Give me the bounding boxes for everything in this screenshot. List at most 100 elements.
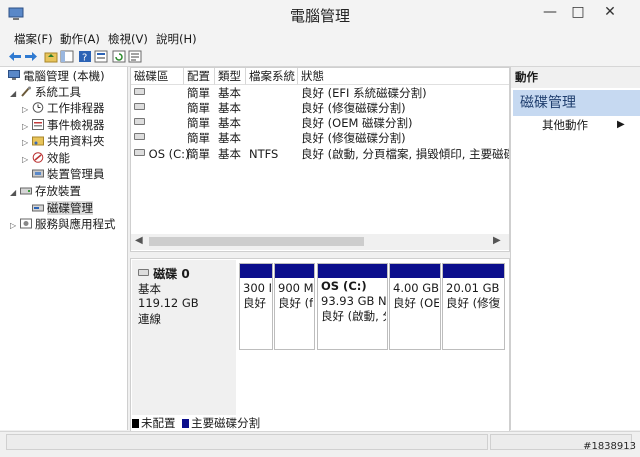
status-section (6, 434, 488, 450)
cell-status: 良好 (啟動, 分頁檔案, 損毀傾印, 主要磁碟 (301, 147, 509, 161)
submenu-arrow-icon[interactable]: ▶ (617, 117, 625, 133)
horizontal-scrollbar[interactable]: ◀ ▶ (131, 234, 509, 250)
computer-management-icon (8, 70, 20, 80)
expand-icon[interactable]: ▷ (22, 152, 32, 168)
table-row[interactable]: 簡單 基本 良好 (修復磁碟分割) (131, 131, 509, 146)
expand-icon[interactable]: ▷ (10, 218, 20, 234)
menu-action[interactable]: 動作(A) (60, 31, 100, 47)
help-icon[interactable]: ? (78, 50, 92, 63)
partition-size: 300 M (243, 281, 271, 295)
close-button[interactable]: ✕ (596, 2, 624, 24)
partition-4[interactable]: 4.00 GB 良好 (OE (389, 263, 441, 350)
expand-icon[interactable]: ▷ (22, 102, 32, 118)
export-icon[interactable] (128, 50, 142, 63)
tree-item-task-scheduler[interactable]: ▷ 工作排程器 (22, 100, 105, 116)
tree-label: 存放裝置 (35, 184, 81, 198)
column-header-filesystem[interactable]: 檔案系統 (246, 68, 298, 85)
forward-arrow-icon[interactable] (24, 50, 38, 63)
refresh-icon[interactable] (112, 50, 126, 63)
actions-header: 動作 (511, 67, 640, 88)
collapse-icon[interactable]: ◢ (10, 86, 20, 102)
column-header-layout[interactable]: 配置 (184, 68, 215, 85)
cell-status: 良好 (OEM 磁碟分割) (301, 116, 413, 130)
partition-size: 900 M (278, 281, 313, 295)
column-header-volume[interactable]: 磁碟區 (131, 68, 184, 85)
menu-view[interactable]: 檢視(V) (108, 31, 148, 47)
tree-item-storage[interactable]: ◢ 存放裝置 (10, 183, 81, 199)
tree-item-disk-management[interactable]: 磁碟管理 (32, 200, 93, 216)
partition-status: 良好 (f (278, 296, 313, 310)
disk-label-panel[interactable]: 磁碟 0 基本 119.12 GB 連線 (132, 260, 236, 415)
toolbar: ? (0, 48, 640, 67)
more-actions-link[interactable]: 其他動作 (542, 117, 588, 133)
status-bar (0, 431, 640, 457)
partition-bar (275, 264, 314, 278)
tree-label: 服務與應用程式 (35, 217, 116, 231)
up-folder-icon[interactable] (44, 50, 58, 63)
legend: 未配置 主要磁碟分割 (132, 417, 508, 430)
tree-label: 效能 (47, 151, 70, 165)
cell-filesystem: NTFS (249, 147, 279, 161)
cell-volume: OS (C:) (148, 147, 190, 161)
column-header-status[interactable]: 狀態 (298, 68, 509, 85)
device-manager-icon (32, 169, 44, 178)
table-row[interactable]: 簡單 基本 良好 (修復磁碟分割) (131, 101, 509, 116)
partition-5[interactable]: 20.01 GB 良好 (修復 (442, 263, 505, 350)
cell-type: 基本 (218, 116, 241, 130)
table-row[interactable]: 簡單 基本 良好 (EFI 系統磁碟分割) (131, 86, 509, 101)
partition-status: 良好 (OE (393, 296, 439, 310)
scrollbar-thumb[interactable] (149, 237, 364, 246)
collapse-icon[interactable]: ◢ (10, 185, 20, 201)
partition-bar (318, 264, 387, 278)
volume-list: 磁碟區 配置 類型 檔案系統 狀態 簡單 基本 良好 (EFI 系統磁碟分割) … (130, 67, 510, 252)
tree-item-system-tools[interactable]: ◢ 系統工具 (10, 84, 81, 100)
cell-layout: 簡單 (187, 86, 210, 100)
actions-section-disk-management[interactable]: 磁碟管理 (513, 90, 640, 116)
watermark: #1838913 (583, 441, 636, 452)
tree-item-device-manager[interactable]: 裝置管理員 (32, 166, 105, 182)
partition-size: 20.01 GB (446, 281, 500, 295)
maximize-button[interactable]: □ (564, 2, 592, 24)
properties-icon[interactable] (94, 50, 108, 63)
cell-layout: 簡單 (187, 147, 210, 161)
clock-icon (32, 102, 44, 113)
show-tree-icon[interactable] (60, 50, 74, 63)
partition-status: 良好 (修復 (446, 296, 501, 310)
disk-name: 磁碟 0 (153, 267, 190, 281)
expand-icon[interactable]: ▷ (22, 135, 32, 151)
tree-item-performance[interactable]: ▷ 效能 (22, 150, 70, 166)
volume-icon (134, 103, 145, 110)
partition-bar (443, 264, 504, 278)
disk-type: 基本 (138, 282, 161, 296)
scroll-left-icon[interactable]: ◀ (135, 235, 143, 246)
tree-item-event-viewer[interactable]: ▷ 事件檢視器 (22, 117, 105, 133)
tree-item-computer-management[interactable]: 電腦管理 (本機) (8, 68, 105, 84)
cell-layout: 簡單 (187, 131, 210, 145)
volume-icon (134, 149, 145, 156)
column-header-type[interactable]: 類型 (215, 68, 246, 85)
tree-item-shared-folders[interactable]: ▷ 共用資料夾 (22, 133, 105, 149)
partition-1[interactable]: 300 M良好 (239, 263, 273, 350)
tree-label: 電腦管理 (本機) (23, 69, 105, 83)
partition-status: 良好 (243, 296, 266, 310)
unallocated-swatch (132, 419, 139, 428)
volume-icon (134, 133, 145, 140)
scroll-right-icon[interactable]: ▶ (493, 235, 501, 246)
title-bar: 電腦管理 — □ ✕ (0, 0, 640, 31)
minimize-button[interactable]: — (536, 2, 564, 24)
primary-swatch (182, 419, 190, 428)
cell-type: 基本 (218, 86, 241, 100)
partition-2[interactable]: 900 M 良好 (f (274, 263, 315, 350)
table-row[interactable]: OS (C:) 簡單 基本 NTFS 良好 (啟動, 分頁檔案, 損毀傾印, 主… (131, 147, 509, 162)
table-row[interactable]: 簡單 基本 良好 (OEM 磁碟分割) (131, 116, 509, 131)
storage-icon (20, 187, 32, 195)
partition-os-c[interactable]: OS (C:)93.93 GB NT良好 (啟動, 分 (317, 263, 388, 350)
partition-size: 4.00 GB (393, 281, 439, 295)
menu-help[interactable]: 說明(H) (156, 31, 197, 47)
menu-file[interactable]: 檔案(F) (14, 31, 53, 47)
tree-label: 磁碟管理 (47, 201, 93, 215)
tree-item-services-applications[interactable]: ▷ 服務與應用程式 (10, 216, 116, 232)
back-arrow-icon[interactable] (8, 50, 22, 63)
disk-management-icon (32, 204, 44, 212)
tools-icon (21, 86, 31, 97)
